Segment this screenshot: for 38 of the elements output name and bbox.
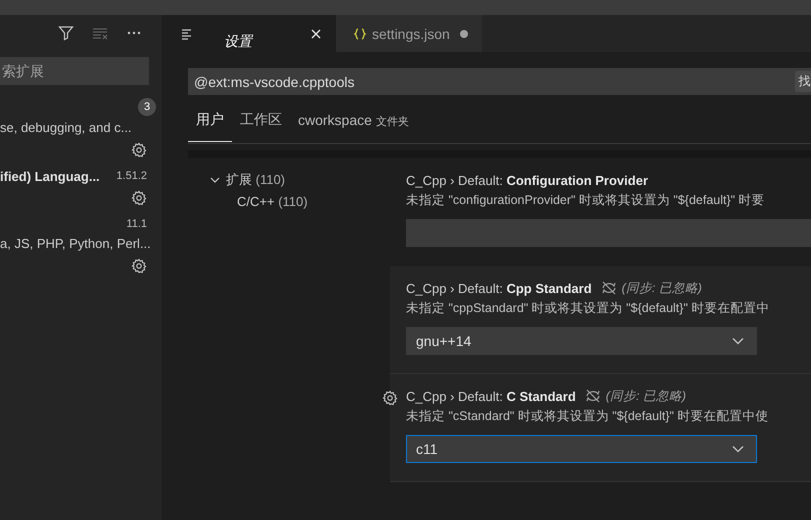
setting-title: C_Cpp › Default: Configuration Provider <box>406 172 648 188</box>
gear-icon[interactable] <box>131 190 147 206</box>
gear-icon[interactable] <box>131 142 147 158</box>
gear-icon[interactable] <box>131 258 147 274</box>
chevron-icon <box>210 175 220 185</box>
extension-name[interactable]: ified) Languag... <box>0 168 100 184</box>
setting-description: 未指定 "cppStandard" 时或将其设置为 "${default}" 时要在配置中 <box>406 300 770 317</box>
chevron-icon <box>732 445 744 453</box>
sync-note: (同步: 已忽略) <box>606 388 686 404</box>
lines-icon <box>181 28 193 40</box>
extension-version: 11.1 <box>126 218 147 230</box>
sync-note: (同步: 已忽略) <box>622 280 702 296</box>
chevron-icon <box>732 337 744 345</box>
dropdown[interactable]: c11 <box>406 435 757 463</box>
setting-description: 未指定 "cStandard" 时或将其设置为 "${default}" 时要在配置中使 <box>406 408 770 425</box>
extension-description: a, JS, PHP, Python, Perl... <box>0 235 147 253</box>
setting-title: C_Cpp › Default: C Standard <box>406 388 576 404</box>
filter-icon[interactable] <box>58 25 74 41</box>
count-badge: 3 <box>138 98 156 116</box>
scope-tab[interactable]: 工作区 <box>232 97 290 142</box>
search-field[interactable]: 索扩展 <box>0 57 149 85</box>
text-input-field[interactable] <box>406 219 811 247</box>
close-icon[interactable] <box>310 28 322 40</box>
find-button[interactable]: 找 <box>795 71 811 92</box>
gear-icon[interactable] <box>382 390 398 406</box>
setting-description: 未指定 "configurationProvider" 时或将其设置为 "${default}" 时要 <box>406 192 766 209</box>
editor-tab[interactable]: 设置 <box>163 15 336 52</box>
toc-item[interactable]: C/C++ (110) <box>210 190 390 214</box>
toc-item[interactable]: 扩展 (110) <box>210 170 390 190</box>
braces-icon <box>354 28 366 40</box>
extension-description: se, debugging, and c... <box>0 119 133 137</box>
editor-tab[interactable]: settings.json <box>336 15 482 52</box>
settings-search-field[interactable]: @ext:ms-vscode.cpptools 找 <box>188 68 811 95</box>
dropdown[interactable]: gnu++14 <box>406 327 757 355</box>
extension-version: 1.51.2 <box>116 170 147 182</box>
scope-tab[interactable]: cworkspace 文件夹 <box>290 98 417 142</box>
scope-tab[interactable]: 用户 <box>188 97 232 142</box>
setting-title: C_Cpp › Default: Cpp Standard <box>406 280 592 296</box>
